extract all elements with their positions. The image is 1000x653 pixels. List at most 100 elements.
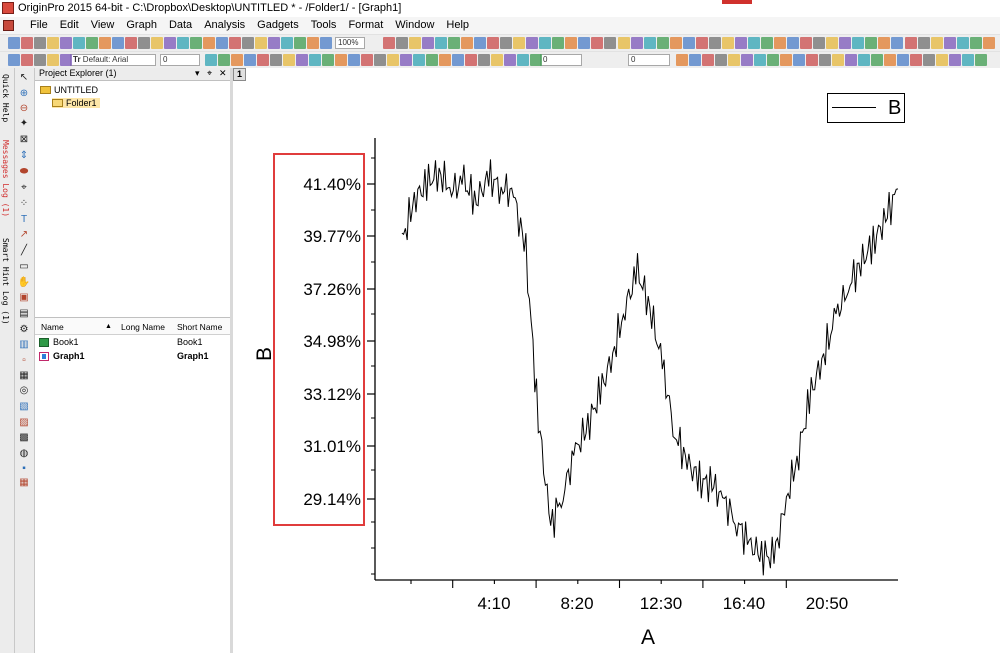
column-long-name[interactable]: Long Name	[121, 322, 165, 332]
menu-format[interactable]: Format	[342, 19, 389, 32]
toolbar-button-icon[interactable]	[500, 37, 512, 49]
toolbar-button-icon[interactable]	[918, 37, 930, 49]
menu-edit[interactable]: Edit	[54, 19, 85, 32]
toolbar-button-icon[interactable]	[190, 37, 202, 49]
format-button-icon[interactable]	[374, 54, 386, 66]
toolbar-button-icon[interactable]	[216, 37, 228, 49]
format-button-icon[interactable]	[962, 54, 974, 66]
tool-icon[interactable]: ⬬	[18, 166, 30, 177]
tool-icon[interactable]: ▦	[18, 370, 30, 381]
tool-icon[interactable]: ⊠	[18, 134, 30, 145]
format-button-icon[interactable]	[47, 54, 59, 66]
tool-icon[interactable]: ⚙	[18, 324, 30, 335]
format-button-icon[interactable]	[322, 54, 334, 66]
toolbar-button-icon[interactable]	[618, 37, 630, 49]
format-button-icon[interactable]	[530, 54, 542, 66]
toolbar-button-icon[interactable]	[60, 37, 72, 49]
format-button-icon[interactable]	[780, 54, 792, 66]
toolbar-button-icon[interactable]	[435, 37, 447, 49]
format-button-icon[interactable]	[728, 54, 740, 66]
format-button-icon[interactable]	[452, 54, 464, 66]
toolbar-button-icon[interactable]	[604, 37, 616, 49]
toolbar-button-icon[interactable]	[852, 37, 864, 49]
format-button-icon[interactable]	[283, 54, 295, 66]
format-button-icon[interactable]	[400, 54, 412, 66]
format-button-icon[interactable]	[702, 54, 714, 66]
tool-icon[interactable]: ◍	[18, 448, 30, 459]
menu-graph[interactable]: Graph	[120, 19, 163, 32]
format-button-icon[interactable]	[296, 54, 308, 66]
tool-icon[interactable]: ✋	[18, 277, 30, 288]
format-button-icon[interactable]	[923, 54, 935, 66]
tool-icon[interactable]: ▧	[18, 401, 30, 412]
format-button-icon[interactable]	[689, 54, 701, 66]
format-button-icon[interactable]	[897, 54, 909, 66]
column-name[interactable]: Name	[41, 322, 64, 332]
toolbar-button-icon[interactable]	[255, 37, 267, 49]
toolbar-button-icon[interactable]	[203, 37, 215, 49]
menu-file[interactable]: File	[24, 19, 54, 32]
toolbar-button-icon[interactable]	[383, 37, 395, 49]
menu-analysis[interactable]: Analysis	[198, 19, 251, 32]
toolbar-button-icon[interactable]	[865, 37, 877, 49]
toolbar-button-icon[interactable]	[957, 37, 969, 49]
toolbar-button-icon[interactable]	[461, 37, 473, 49]
tool-icon[interactable]: ▫	[18, 355, 30, 366]
tool-icon[interactable]: ◎	[18, 385, 30, 396]
tool-icon[interactable]: ✦	[18, 118, 30, 129]
format-button-icon[interactable]	[517, 54, 529, 66]
graph-window[interactable]: 1 41.40% 39.77% 37.26% 34.98% 33.12% 31.01% 29…	[233, 68, 1000, 653]
toolbar-button-icon[interactable]	[761, 37, 773, 49]
toolbar-button-icon[interactable]	[86, 37, 98, 49]
format-button-icon[interactable]	[205, 54, 217, 66]
messages-log-tab[interactable]: Messages Log (1)	[1, 140, 10, 217]
toolbar-button-icon[interactable]	[21, 37, 33, 49]
legend[interactable]: B	[827, 93, 905, 123]
toolbar-button-icon[interactable]	[229, 37, 241, 49]
format-button-icon[interactable]	[858, 54, 870, 66]
toolbar-button-icon[interactable]	[8, 37, 20, 49]
smart-hint-log-tab[interactable]: Smart Hint Log (1)	[1, 238, 10, 325]
toolbar-button-icon[interactable]	[112, 37, 124, 49]
format-button-icon[interactable]	[715, 54, 727, 66]
menu-data[interactable]: Data	[163, 19, 198, 32]
toolbar-button-icon[interactable]	[474, 37, 486, 49]
format-button-icon[interactable]	[413, 54, 425, 66]
toolbar-button-icon[interactable]	[177, 37, 189, 49]
toolbar-button-icon[interactable]	[164, 37, 176, 49]
tool-icon[interactable]: ▤	[18, 308, 30, 319]
toolbar-button-icon[interactable]	[526, 37, 538, 49]
toolbar-button-icon[interactable]	[47, 37, 59, 49]
format-button-icon[interactable]	[949, 54, 961, 66]
menu-tools[interactable]: Tools	[305, 19, 343, 32]
menu-help[interactable]: Help	[440, 19, 475, 32]
toolbar-button-icon[interactable]	[709, 37, 721, 49]
toolbar-button-icon[interactable]	[696, 37, 708, 49]
toolbar-button-icon[interactable]	[683, 37, 695, 49]
toolbar-button-icon[interactable]	[73, 37, 85, 49]
zoom-select[interactable]: 100%	[335, 37, 365, 49]
tool-icon[interactable]: ⇕	[18, 150, 30, 161]
format-button-icon[interactable]	[884, 54, 896, 66]
tool-icon[interactable]: ▨	[18, 417, 30, 428]
toolbar-button-icon[interactable]	[787, 37, 799, 49]
format-button-icon[interactable]	[819, 54, 831, 66]
menu-gadgets[interactable]: Gadgets	[251, 19, 305, 32]
format-button-icon[interactable]	[218, 54, 230, 66]
menu-window[interactable]: Window	[389, 19, 440, 32]
tool-icon[interactable]: ▪	[18, 463, 30, 474]
toolbar-button-icon[interactable]	[552, 37, 564, 49]
auto-hide-icon[interactable]: ⌖	[207, 68, 212, 79]
menu-view[interactable]: View	[85, 19, 121, 32]
format-button-icon[interactable]	[309, 54, 321, 66]
toolbar-button-icon[interactable]	[320, 37, 332, 49]
toolbar-button-icon[interactable]	[578, 37, 590, 49]
format-button-icon[interactable]	[491, 54, 503, 66]
title-close-accent[interactable]	[722, 0, 752, 4]
toolbar-button-icon[interactable]	[307, 37, 319, 49]
toolbar-button-icon[interactable]	[931, 37, 943, 49]
format-button-icon[interactable]	[244, 54, 256, 66]
format-button-icon[interactable]	[60, 54, 72, 66]
toolbar-button-icon[interactable]	[944, 37, 956, 49]
toolbar-button-icon[interactable]	[878, 37, 890, 49]
